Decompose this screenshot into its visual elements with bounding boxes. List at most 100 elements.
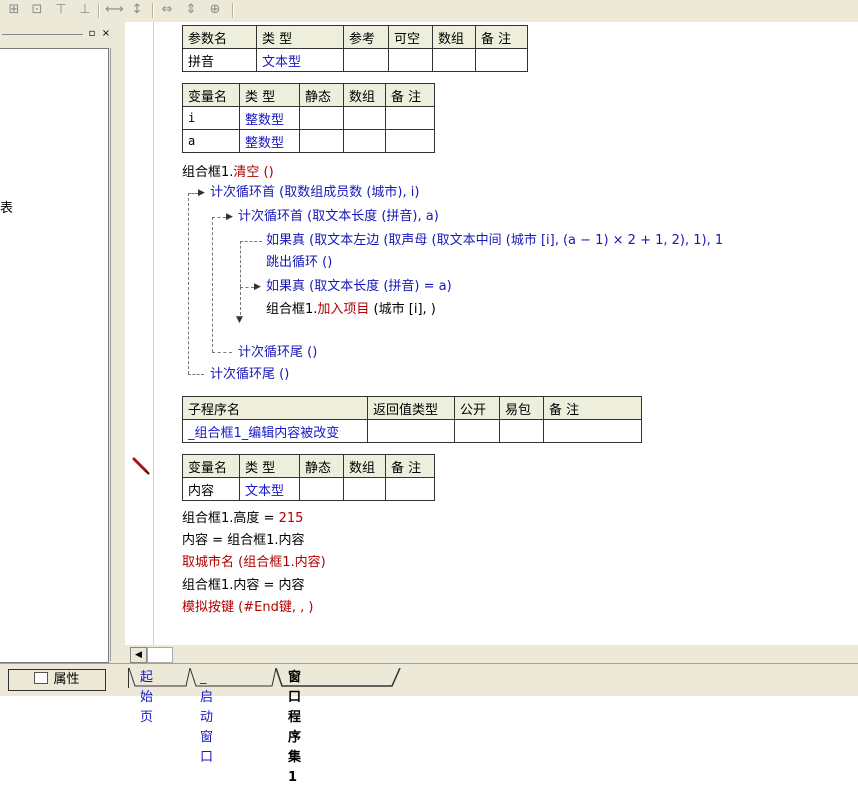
var-note-cell[interactable]	[385, 477, 435, 501]
sub-header-name: 子程序名	[182, 396, 368, 420]
code-line-if-1[interactable]: 如果真 (取文本左边 (取声母 (取文本中间 (城市 [i], (a − 1) …	[266, 232, 723, 250]
align-center-icon[interactable]: ⊡	[28, 2, 46, 18]
alignment-toolbar: ⊞ ⊡ ⊤ ⊥ ⟷ ↕ ⇔ ⇕ ⊕	[0, 0, 858, 23]
vars-header-array: 数组	[343, 454, 386, 478]
space-vertical-icon[interactable]: ↕	[128, 2, 146, 18]
align-bottom-icon[interactable]: ⊥	[76, 2, 94, 18]
function-name: 取城市名	[182, 555, 235, 570]
param-name-cell[interactable]: 拼音	[182, 48, 257, 72]
var-static-cell[interactable]	[299, 106, 344, 130]
panel-grip[interactable]	[2, 34, 83, 35]
tab-start-page[interactable]: 起始页	[132, 668, 161, 725]
param-array-cell[interactable]	[432, 48, 476, 72]
panel-truncated-text: 表	[0, 201, 14, 216]
vars-header-static: 静态	[299, 83, 344, 107]
function-name: 模拟按键	[182, 600, 235, 615]
code-line-set-height[interactable]: 组合框1.高度 = 215	[182, 510, 303, 528]
var-array-cell[interactable]	[343, 106, 386, 130]
code-line-assign-content[interactable]: 内容 = 组合框1.内容	[182, 532, 305, 550]
var-array-cell[interactable]	[343, 129, 386, 153]
var-type-cell[interactable]: 整数型	[239, 106, 300, 130]
table-row[interactable]: 内容 文本型	[182, 477, 435, 501]
panel-pin-icon[interactable]: ▫	[86, 28, 98, 40]
panel-close-icon[interactable]: ×	[100, 28, 112, 40]
panel-content[interactable]: 表	[0, 48, 109, 663]
sub-return-cell[interactable]	[367, 419, 455, 443]
toolbar-separator	[232, 3, 234, 18]
number-literal: 215	[278, 511, 304, 526]
same-width-icon[interactable]: ⇔	[158, 2, 176, 18]
vars-header-type: 类 型	[239, 454, 300, 478]
code-line-loop-inner-end[interactable]: 计次循环尾 ()	[238, 344, 317, 362]
var-note-cell[interactable]	[385, 106, 435, 130]
call-args: (城市 [i], )	[369, 302, 436, 317]
var-static-cell[interactable]	[299, 477, 344, 501]
table-row[interactable]: _组合框1_编辑内容被改变	[182, 419, 642, 443]
sub-epkg-cell[interactable]	[499, 419, 544, 443]
code-line-get-city[interactable]: 取城市名 (组合框1.内容)	[182, 554, 326, 572]
panel-scrollbar[interactable]	[110, 48, 118, 661]
var-note-cell[interactable]	[385, 129, 435, 153]
flow-arrow-icon: ▶	[226, 212, 233, 222]
code-line-set-content[interactable]: 组合框1.内容 = 内容	[182, 577, 305, 595]
flow-line	[188, 374, 204, 375]
code-line-loop-outer[interactable]: 计次循环首 (取数组成员数 (城市), i)	[210, 184, 419, 202]
space-horizontal-icon[interactable]: ⟷	[105, 2, 124, 18]
var-static-cell[interactable]	[299, 129, 344, 153]
code-line-add-item[interactable]: 组合框1.加入项目 (城市 [i], )	[266, 301, 436, 319]
call-args: (#End键, , )	[234, 600, 314, 615]
sub-name-cell[interactable]: _组合框1_编辑内容被改变	[182, 419, 368, 443]
param-note-cell[interactable]	[475, 48, 528, 72]
var-name-cell[interactable]: i	[182, 106, 240, 130]
var-name-cell[interactable]: a	[182, 129, 240, 153]
properties-button[interactable]: 属性	[8, 669, 106, 691]
align-top-icon[interactable]: ⊤	[52, 2, 70, 18]
command-keyword: 计次循环尾	[238, 345, 304, 360]
vars-header-name: 变量名	[182, 83, 240, 107]
code-line-loop-outer-end[interactable]: 计次循环尾 ()	[210, 366, 289, 384]
command-keyword: 计次循环尾	[210, 367, 276, 382]
var-array-cell[interactable]	[343, 477, 386, 501]
align-grid-icon[interactable]: ⊞	[5, 2, 23, 18]
scroll-left-icon[interactable]: ◀	[130, 647, 147, 663]
code-line-clear[interactable]: 组合框1.清空 ()	[182, 164, 274, 182]
vars-header-note: 备 注	[385, 454, 435, 478]
horizontal-scrollbar: ◀	[125, 645, 858, 663]
params-header-note: 备 注	[475, 25, 528, 49]
sub-header-epkg: 易包	[499, 396, 544, 420]
table-row[interactable]: i 整数型	[182, 106, 435, 130]
sub-public-cell[interactable]	[454, 419, 500, 443]
sub-header-return-type: 返回值类型	[367, 396, 455, 420]
code-editor[interactable]: 参数名 类 型 参考 可空 数组 备 注 拼音 文本型 变量名 类 型 静态 数…	[154, 22, 858, 645]
table-row[interactable]: a 整数型	[182, 129, 435, 153]
table-row[interactable]: 拼音 文本型	[182, 48, 528, 72]
code-line-loop-inner[interactable]: 计次循环首 (取文本长度 (拼音), a)	[238, 208, 439, 226]
code-line-if-2[interactable]: 如果真 (取文本长度 (拼音) = a)	[266, 278, 452, 296]
var-type-cell[interactable]: 文本型	[239, 477, 300, 501]
properties-icon	[34, 672, 49, 684]
local-vars-table: 变量名 类 型 静态 数组 备 注 i 整数型 a 整数型	[182, 83, 435, 153]
var-name-cell[interactable]: 内容	[182, 477, 240, 501]
tab-window-assembly[interactable]: 窗口程序集1	[280, 668, 309, 785]
command-keyword: 跳出循环	[266, 255, 319, 270]
scroll-track[interactable]	[147, 647, 173, 663]
properties-label: 属性	[53, 672, 80, 687]
method-name: 加入项目	[317, 302, 370, 317]
command-keyword: 计次循环首	[238, 209, 304, 224]
code-line-send-key[interactable]: 模拟按键 (#End键, , )	[182, 599, 313, 617]
statement-text: 内容 = 组合框1.内容	[182, 533, 305, 548]
param-type-cell[interactable]: 文本型	[256, 48, 344, 72]
params-header-ref: 参考	[343, 25, 389, 49]
same-height-icon[interactable]: ⇕	[182, 2, 200, 18]
param-ref-cell[interactable]	[343, 48, 389, 72]
var-type-cell[interactable]: 整数型	[239, 129, 300, 153]
sub-note-cell[interactable]	[543, 419, 642, 443]
command-args: (取文本长度 (拼音) = a)	[305, 279, 452, 294]
same-size-icon[interactable]: ⊕	[206, 2, 224, 18]
params-table: 参数名 类 型 参考 可空 数组 备 注 拼音 文本型	[182, 25, 528, 72]
statement-text: 组合框1.高度 =	[182, 511, 279, 526]
param-nullable-cell[interactable]	[388, 48, 433, 72]
code-line-break[interactable]: 跳出循环 ()	[266, 254, 332, 272]
flow-line	[188, 193, 198, 194]
tab-startup-window[interactable]: _启动窗口	[192, 668, 221, 765]
